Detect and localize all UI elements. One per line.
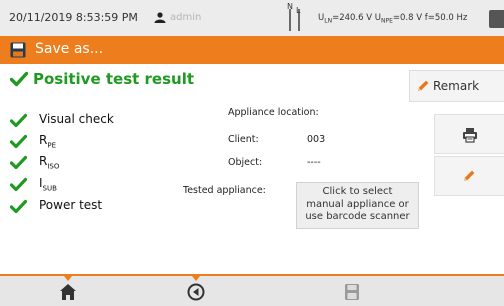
measurement-readout: ULN=240.6 V UNPE=0.8 V f=50.0 Hz bbox=[318, 13, 468, 25]
check-icon bbox=[10, 134, 27, 149]
client-value: 003 bbox=[307, 134, 326, 145]
check-icon bbox=[10, 199, 27, 214]
remark-label: Remark bbox=[433, 79, 480, 93]
check-label: Visual check bbox=[39, 112, 114, 126]
select-button-line: Click to select bbox=[322, 186, 393, 197]
result-title: Positive test result bbox=[33, 70, 195, 88]
check-icon bbox=[10, 113, 27, 128]
pencil-icon bbox=[418, 80, 429, 91]
check-label: RPE bbox=[39, 133, 56, 150]
user-icon bbox=[154, 12, 166, 23]
save-nav-button[interactable] bbox=[337, 282, 367, 306]
title-bar: Save as... bbox=[0, 36, 504, 64]
check-label: RISO bbox=[39, 154, 60, 171]
save-icon bbox=[10, 42, 26, 58]
back-icon bbox=[187, 283, 205, 301]
edit-button[interactable] bbox=[434, 156, 504, 196]
save-disk-icon bbox=[345, 284, 359, 300]
edit-pencil-icon bbox=[464, 170, 475, 181]
device-icon bbox=[489, 10, 504, 28]
check-label: ISUB bbox=[39, 176, 57, 193]
appliance-location-label: Appliance location: bbox=[228, 107, 319, 118]
client-label: Client: bbox=[228, 134, 259, 145]
check-item-rpe: RPE bbox=[10, 132, 130, 152]
user-name: admin bbox=[170, 12, 202, 23]
check-item-isub: ISUB bbox=[10, 175, 130, 195]
object-value: ---- bbox=[307, 157, 321, 168]
object-label: Object: bbox=[228, 157, 263, 168]
remark-button[interactable]: Remark bbox=[409, 70, 504, 102]
socket-phase-icon bbox=[289, 9, 300, 31]
check-item-riso: RISO bbox=[10, 153, 130, 173]
check-icon bbox=[10, 71, 28, 87]
datetime: 20/11/2019 8:53:59 PM bbox=[9, 11, 138, 24]
check-item-power: Power test bbox=[10, 197, 130, 217]
printer-icon bbox=[463, 128, 477, 143]
check-item-visual: Visual check bbox=[10, 111, 130, 131]
status-bar: 20/11/2019 8:53:59 PM admin N L ULN=240.… bbox=[0, 0, 504, 36]
select-button-line: manual appliance or bbox=[306, 198, 409, 210]
nav-indicator bbox=[64, 276, 72, 281]
select-button-line: use barcode scanner bbox=[305, 211, 410, 222]
select-appliance-button[interactable]: Click to select manual appliance or use … bbox=[296, 182, 419, 229]
tested-appliance-label: Tested appliance: bbox=[183, 185, 266, 196]
home-button[interactable] bbox=[53, 282, 83, 306]
print-button[interactable] bbox=[434, 114, 504, 154]
window-title: Save as... bbox=[35, 41, 104, 57]
check-label: Power test bbox=[39, 198, 103, 212]
check-icon bbox=[10, 177, 27, 192]
nav-indicator bbox=[192, 276, 200, 281]
check-icon bbox=[10, 155, 27, 170]
home-icon bbox=[60, 284, 76, 300]
back-button[interactable] bbox=[181, 282, 211, 306]
